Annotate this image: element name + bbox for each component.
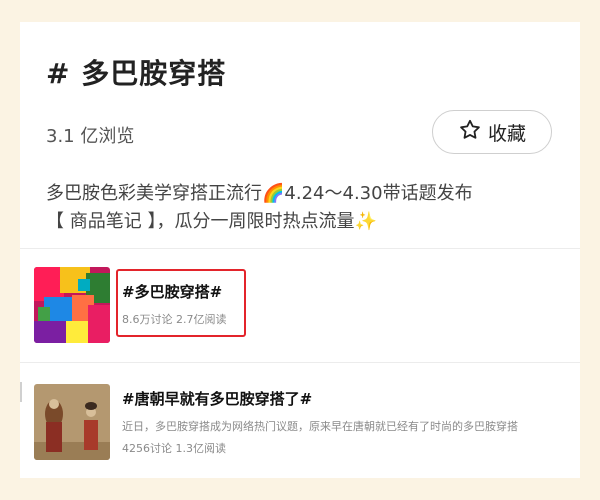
favorite-label: 收藏 xyxy=(487,122,526,145)
related-topic-title: #唐朝早就有多巴胺穿搭了# xyxy=(122,390,313,408)
favorite-button[interactable]: 收藏 xyxy=(432,110,552,154)
colorful-clothes-thumbnail xyxy=(34,267,110,343)
scroll-edge-marker xyxy=(20,382,22,402)
divider xyxy=(20,248,580,249)
description-cta: 【 商品笔记 】，瓜分一周限时热点流量 xyxy=(46,211,355,232)
related-topic-row[interactable]: #唐朝早就有多巴胺穿搭了# 近日，多巴胺穿搭成为网络热门议题，原来早在唐朝就已经… xyxy=(34,384,580,464)
related-topic-stats: 4256讨论 1.3亿阅读 xyxy=(122,442,226,455)
related-topic-excerpt: 近日，多巴胺穿搭成为网络热门议题，原来早在唐朝就已经有了时尚的多巴胺穿搭 xyxy=(122,420,518,433)
description-text: 多巴胺色彩美学穿搭正流行 xyxy=(46,183,262,204)
description-line-1: 多巴胺色彩美学穿搭正流行🌈4.24～4.30带话题发布 xyxy=(46,180,566,208)
topic-description: 多巴胺色彩美学穿搭正流行🌈4.24～4.30带话题发布 【 商品笔记 】，瓜分一… xyxy=(46,180,566,236)
description-line-2: 【 商品笔记 】，瓜分一周限时热点流量✨ xyxy=(46,208,566,236)
description-date-range: 4.24～4.30带话题发布 xyxy=(284,183,473,204)
related-topic-row[interactable]: #多巴胺穿搭# 8.6万讨论 2.7亿阅读 xyxy=(34,267,580,347)
topic-title: # 多巴胺穿搭 xyxy=(46,57,227,90)
sparkles-emoji: ✨ xyxy=(354,211,377,232)
related-topic-title: #多巴胺穿搭# xyxy=(122,283,223,301)
topic-card: # 多巴胺穿搭 3.1 亿浏览 收藏 多巴胺色彩美学穿搭正流行🌈4.24～4.3… xyxy=(20,22,580,478)
divider xyxy=(20,362,580,363)
star-outline-icon xyxy=(458,118,482,146)
tang-dynasty-painting-thumbnail xyxy=(34,384,110,460)
rainbow-emoji: 🌈 xyxy=(262,183,285,204)
related-topic-stats: 8.6万讨论 2.7亿阅读 xyxy=(122,313,227,326)
view-count: 3.1 亿浏览 xyxy=(46,126,135,147)
